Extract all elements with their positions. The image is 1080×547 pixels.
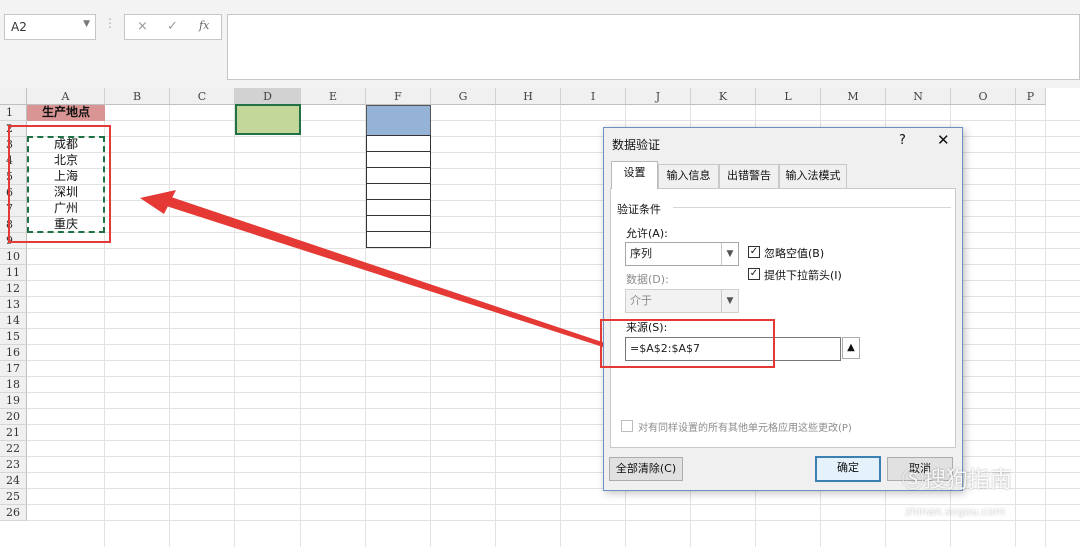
dialog-title: 数据验证 bbox=[612, 138, 661, 152]
clear-all-button[interactable]: 全部清除(C) bbox=[609, 457, 683, 481]
apply-all-label: 对有同样设置的所有其他单元格应用这些更改(P) bbox=[638, 423, 852, 434]
data-select[interactable]: 介于 ▼ bbox=[625, 289, 739, 313]
close-icon[interactable]: ✕ bbox=[937, 131, 950, 149]
data-select-value: 介于 bbox=[630, 294, 652, 307]
tab-ime-mode[interactable]: 输入法模式 bbox=[779, 164, 847, 188]
tab-error-alert[interactable]: 出错警告 bbox=[719, 164, 779, 188]
settings-panel: 验证条件 允许(A): 序列 ▼ ✓ 忽略空值(B) ✓ 提供下拉箭头(I) 数… bbox=[610, 188, 956, 448]
watermark-text: 搜狗指南 bbox=[924, 468, 1013, 493]
collapse-dialog-icon[interactable]: ▲ bbox=[842, 337, 860, 359]
apply-all-checkbox[interactable] bbox=[621, 420, 633, 432]
chevron-down-icon: ▼ bbox=[721, 290, 738, 312]
ok-button[interactable]: 确定 bbox=[815, 456, 881, 482]
watermark-logo: Ⓢ搜狗指南 bbox=[902, 468, 1013, 493]
section-divider bbox=[673, 207, 951, 208]
dropdown-checkbox[interactable]: ✓ bbox=[748, 268, 760, 280]
watermark-url: zhinan.sogou.com bbox=[905, 505, 1006, 518]
allow-select-value: 序列 bbox=[630, 247, 652, 260]
ignore-blank-checkbox[interactable]: ✓ bbox=[748, 246, 760, 258]
data-label: 数据(D): bbox=[626, 273, 669, 286]
tab-settings[interactable]: 设置 bbox=[611, 161, 658, 189]
allow-label: 允许(A): bbox=[626, 227, 668, 240]
section-title: 验证条件 bbox=[617, 203, 661, 216]
ignore-blank-label: 忽略空值(B) bbox=[764, 247, 825, 260]
help-icon[interactable]: ? bbox=[899, 133, 906, 148]
arrow-shaft bbox=[160, 196, 608, 348]
allow-select[interactable]: 序列 ▼ bbox=[625, 242, 739, 266]
data-validation-dialog: 数据验证 ? ✕ 设置 输入信息 出错警告 输入法模式 验证条件 允许(A): … bbox=[603, 127, 963, 491]
dropdown-label: 提供下拉箭头(I) bbox=[764, 269, 842, 282]
chevron-down-icon: ▼ bbox=[721, 243, 738, 265]
annotation-box-source bbox=[600, 319, 775, 368]
tab-input-message[interactable]: 输入信息 bbox=[658, 164, 719, 188]
